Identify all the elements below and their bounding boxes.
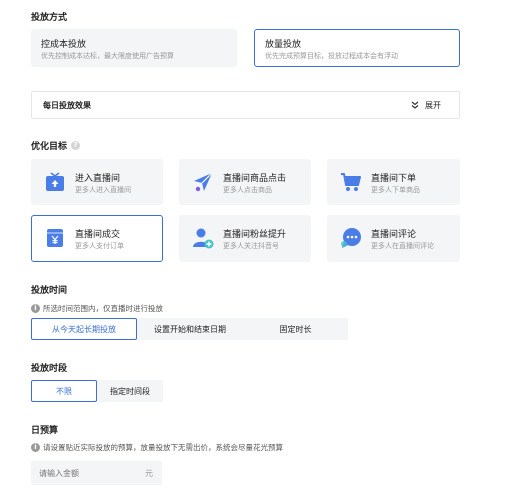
tv-enter-icon xyxy=(43,170,67,194)
budget-input-wrapper[interactable]: 元 xyxy=(31,461,162,485)
info-icon: i xyxy=(31,304,40,313)
budget-hint-row: i 请设置贴近实际投放的预算，放量投放下无需出价，系统会尽量花光预算 xyxy=(31,442,283,453)
period-segmented: 不限 指定时间段 xyxy=(31,380,163,402)
schedule-option-long-term[interactable]: 从今天起长期投放 xyxy=(31,318,137,340)
goal-title: 直播间下单 xyxy=(371,174,417,184)
goal-title: 直播间成交 xyxy=(75,230,121,240)
goal-card-enter-room[interactable]: 进入直播间 更多人进入直播间 xyxy=(31,159,163,205)
expand-toggle[interactable]: 展开 xyxy=(411,100,441,111)
bid-mode-option-volume[interactable]: 放量投放 优先完成预算目标，投放过程成本会有浮动 xyxy=(254,29,460,67)
goal-desc: 更多人支付订单 xyxy=(75,242,124,250)
schedule-segmented: 从今天起长期投放 设置开始和结束日期 固定时长 xyxy=(31,318,348,340)
bid-mode-option-title: 放量投放 xyxy=(265,40,302,50)
bid-mode-option-cost-control[interactable]: 控成本投放 优先控制成本达标，最大限度使用广告预算 xyxy=(31,29,237,67)
schedule-hint: 所选时间范围内，仅直播时进行投放 xyxy=(43,304,163,313)
goal-title: 直播间粉丝提升 xyxy=(223,230,287,240)
question-icon[interactable]: ? xyxy=(71,141,81,150)
daily-effect-panel[interactable]: 每日投放效果 展开 xyxy=(31,91,460,119)
bid-mode-option-desc: 优先完成预算目标，投放过程成本会有浮动 xyxy=(265,52,398,60)
budget-input[interactable] xyxy=(31,461,136,485)
cart-icon xyxy=(339,170,363,194)
info-icon: i xyxy=(31,443,40,452)
budget-title: 日预算 xyxy=(31,426,59,436)
schedule-option-date-range[interactable]: 设置开始和结束日期 xyxy=(137,318,243,340)
goal-desc: 更多人进入直播间 xyxy=(75,186,131,194)
goal-card-order[interactable]: 直播间下单 更多人下单商品 xyxy=(327,159,460,205)
goal-title: 直播间商品点击 xyxy=(223,174,287,184)
period-option-custom[interactable]: 指定时间段 xyxy=(97,380,163,402)
goal-desc: 更多人下单商品 xyxy=(371,186,420,194)
budget-hint: 请设置贴近实际投放的预算，放量投放下无需出价，系统会尽量花光预算 xyxy=(43,443,283,452)
yen-wallet-icon xyxy=(43,226,67,250)
period-option-unlimited[interactable]: 不限 xyxy=(31,380,97,402)
goal-title: 直播间评论 xyxy=(371,230,417,240)
period-title: 投放时段 xyxy=(31,364,68,374)
schedule-hint-row: i 所选时间范围内，仅直播时进行投放 xyxy=(31,303,163,314)
daily-effect-title: 每日投放效果 xyxy=(43,101,91,110)
goal-card-product-click[interactable]: 直播间商品点击 更多人点击商品 xyxy=(179,159,311,205)
budget-unit: 元 xyxy=(145,469,153,478)
goal-desc: 更多人关注抖音号 xyxy=(223,242,279,250)
goal-desc: 更多人点击商品 xyxy=(223,186,272,194)
chat-bubble-icon xyxy=(339,226,363,250)
chevron-double-down-icon xyxy=(411,101,419,111)
schedule-option-fixed-duration[interactable]: 固定时长 xyxy=(243,318,348,340)
bid-mode-option-desc: 优先控制成本达标，最大限度使用广告预算 xyxy=(41,52,174,60)
optimize-title: 优化目标 xyxy=(31,142,68,152)
goal-card-deal[interactable]: 直播间成交 更多人支付订单 xyxy=(31,215,163,262)
bid-mode-title: 投放方式 xyxy=(31,13,68,23)
goal-card-fans[interactable]: 直播间粉丝提升 更多人关注抖音号 xyxy=(179,215,311,262)
schedule-title: 投放时间 xyxy=(31,286,68,296)
expand-label: 展开 xyxy=(425,101,441,110)
paper-plane-icon xyxy=(191,170,215,194)
goal-desc: 更多人在直播间评论 xyxy=(371,242,434,250)
user-add-icon xyxy=(191,226,215,250)
goal-card-comment[interactable]: 直播间评论 更多人在直播间评论 xyxy=(327,215,460,262)
optimize-title-row: 优化目标 ? xyxy=(31,139,81,152)
bid-mode-option-title: 控成本投放 xyxy=(41,40,87,50)
goal-title: 进入直播间 xyxy=(75,174,121,184)
